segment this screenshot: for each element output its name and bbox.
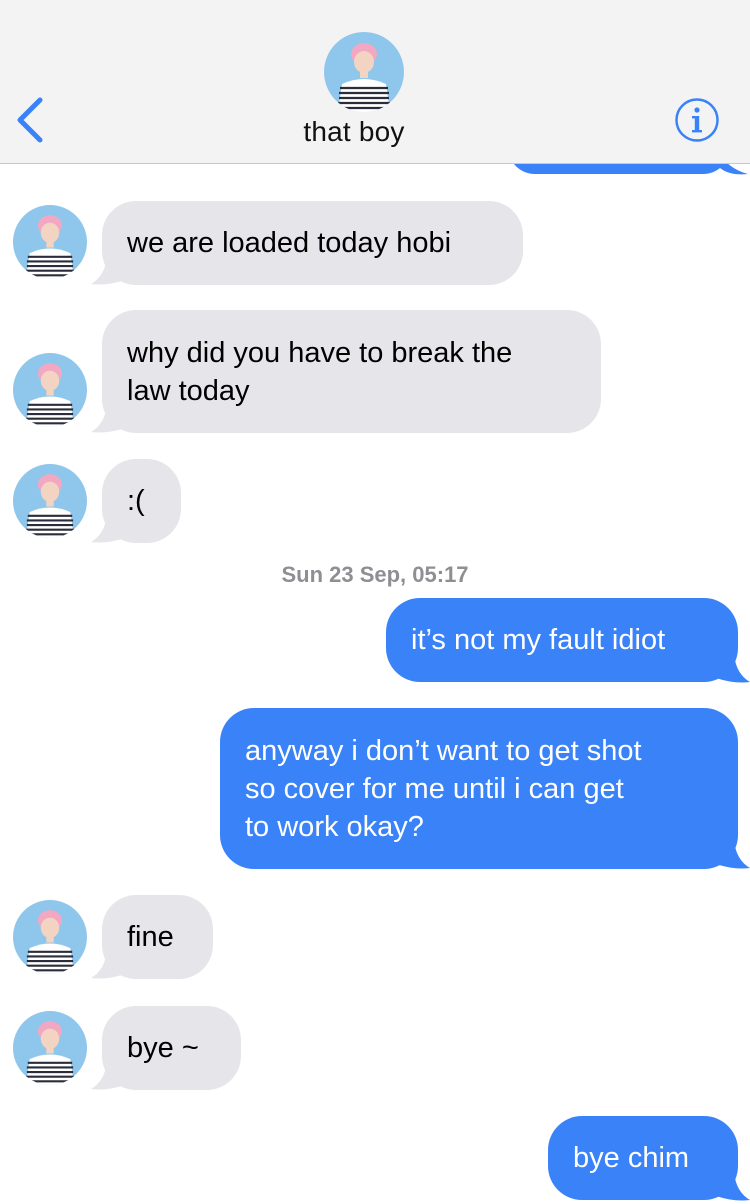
sender-avatar[interactable] [13,1011,87,1085]
info-button[interactable] [674,97,720,143]
timestamp: Sun 23 Sep, 05:17 [281,562,469,587]
message-text: it’s not my fault idiot [411,624,666,656]
contact-name[interactable]: that boy [0,116,708,148]
message-text: fine [127,921,174,953]
sender-avatar[interactable] [13,900,87,974]
message-text: why did you have to break the law today [127,336,513,407]
sender-avatar[interactable] [13,353,87,427]
message-text: anyway i don’t want to get shot so cover… [245,734,642,843]
outgoing-message-bubble[interactable]: it’s not my fault idiot [386,598,738,682]
message-text: we are loaded today hobi [127,227,452,259]
conversation-header: that boy [0,0,750,164]
sender-avatar[interactable] [13,205,87,279]
incoming-message-bubble[interactable]: fine [102,895,213,979]
message-text: :( [127,485,145,517]
info-circle-icon [675,98,719,142]
incoming-message-bubble[interactable]: bye ~ [102,1006,241,1090]
incoming-message-bubble[interactable]: we are loaded today hobi [102,201,523,285]
incoming-message-bubble[interactable]: why did you have to break the law today [102,310,601,433]
outgoing-message-bubble[interactable]: bye chim [548,1116,738,1200]
outgoing-message-bubble[interactable]: anyway i don’t want to get shot so cover… [220,708,738,869]
contact-avatar [324,32,404,112]
message-text: bye ~ [127,1032,199,1064]
sender-avatar[interactable] [13,464,87,538]
message-text: bye chim [573,1142,690,1174]
incoming-message-bubble[interactable]: :( [102,459,181,543]
contact-avatar-button[interactable] [324,32,404,112]
